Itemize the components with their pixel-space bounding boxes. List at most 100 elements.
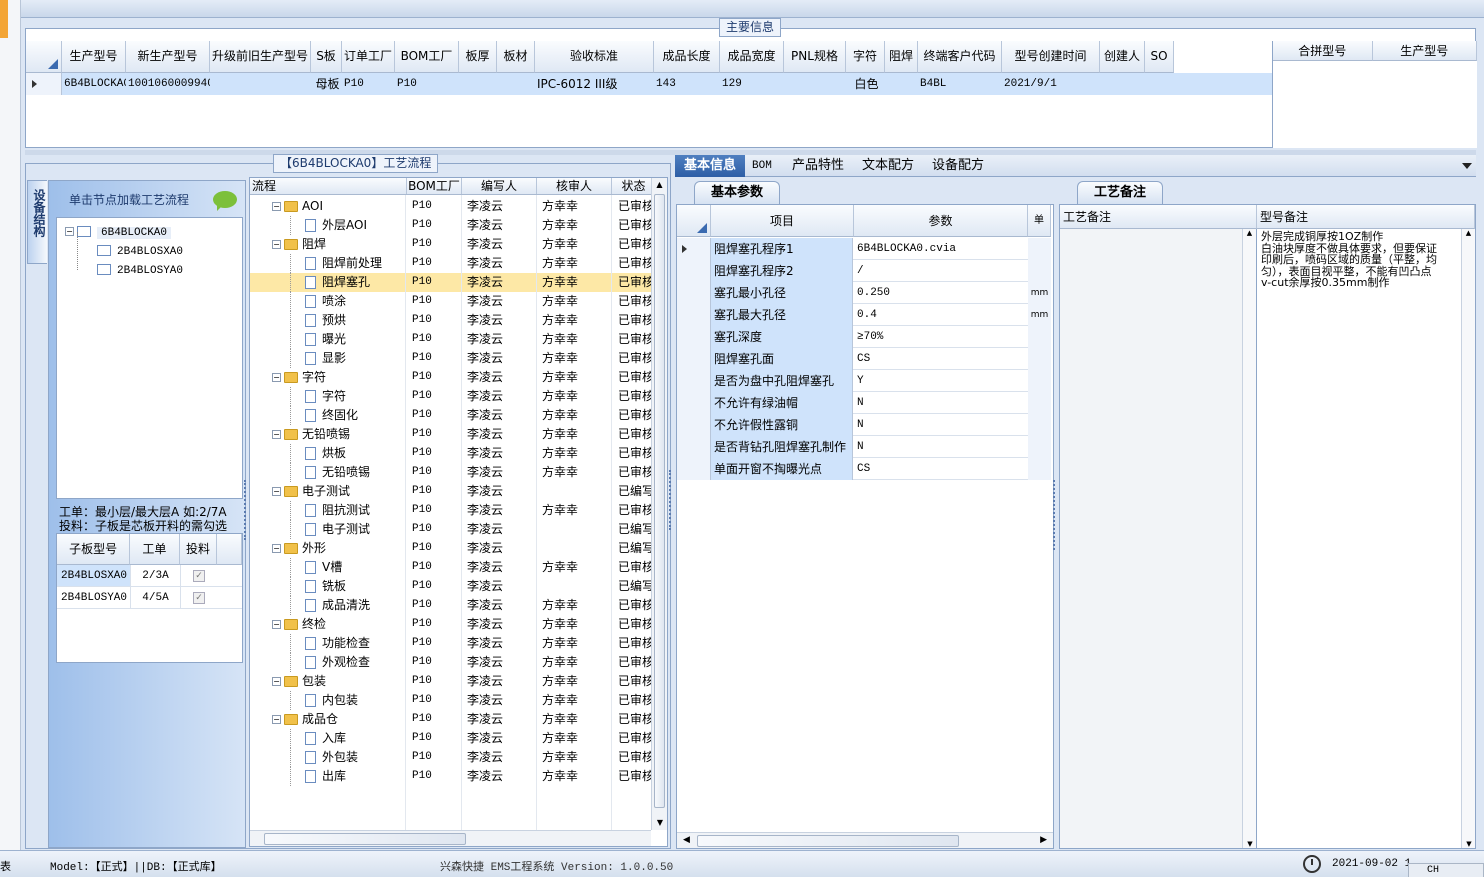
process-row[interactable]: 终固化 P10 李凌云 方幸幸 已审核 [250,406,655,425]
param-row[interactable]: 阻焊塞孔程序1 6B4BLOCKA0.cvia [677,238,1051,260]
feed-checkbox[interactable]: ✓ [181,565,219,586]
process-row[interactable]: − 包装 P10 李凌云 方幸幸 已审核 [250,672,655,691]
param-row[interactable]: 是否为盘中孔阻焊塞孔 Y [677,370,1051,392]
process-row[interactable]: 阻焊塞孔 P10 李凌云 方幸幸 已审核 [250,273,655,292]
process-row[interactable]: 字符 P10 李凌云 方幸幸 已审核 [250,387,655,406]
process-row[interactable]: 喷涂 P10 李凌云 方幸幸 已审核 [250,292,655,311]
param-row[interactable]: 塞孔深度 ≥70% [677,326,1051,348]
process-row[interactable]: 显影 P10 李凌云 方幸幸 已审核 [250,349,655,368]
process-remark-textbox[interactable]: ▲ ▼ [1060,229,1257,848]
param-value[interactable]: Y [854,370,1028,392]
process-row[interactable]: 入库 P10 李凌云 方幸幸 已审核 [250,729,655,748]
process-row[interactable]: 预烘 P10 李凌云 方幸幸 已审核 [250,311,655,330]
process-status: 已审核 [618,731,651,745]
collapse-icon[interactable]: − [272,240,281,249]
param-value[interactable]: 0.250 [854,282,1028,304]
process-tree[interactable]: 流程 BOM工厂 编写人 核审人 状态 − AOI P10 李凌云 方幸幸 已审核 外层AO… [249,177,668,847]
process-status: 已编写 [618,579,651,593]
tab-equipment-recipe[interactable]: 设备配方 [923,155,993,177]
merge-grid[interactable]: 合拼型号 生产型号 [1272,41,1477,148]
process-vscroll[interactable]: ▲ ▼ [651,178,667,830]
param-value[interactable]: N [854,436,1028,458]
process-row[interactable]: − 外形 P10 李凌云 已编写 [250,539,655,558]
params-hscroll[interactable]: ◀ ▶ [677,832,1053,848]
tab-product-features[interactable]: 产品特性 [783,155,853,177]
collapse-icon[interactable]: − [272,430,281,439]
process-row[interactable]: 电子测试 P10 李凌云 已编写 [250,520,655,539]
param-value[interactable]: 0.4 [854,304,1028,326]
process-hscroll[interactable] [250,830,651,846]
process-row[interactable]: 阻抗测试 P10 李凌云 方幸幸 已审核 [250,501,655,520]
splitter-vertical[interactable] [244,480,249,540]
collapse-icon[interactable]: − [272,202,281,211]
subtab-basic-params[interactable]: 基本参数 [694,181,780,204]
feed-checkbox[interactable]: ✓ [181,587,219,608]
table-row[interactable]: 2B4BLOSXA0 2/3A ✓ [57,565,242,587]
splitter-vertical[interactable] [669,470,674,530]
process-row[interactable]: 出库 P10 李凌云 方幸幸 已审核 [250,767,655,786]
tree-node-root[interactable]: −6B4BLOCKA0 [65,224,172,239]
collapse-icon[interactable]: − [272,715,281,724]
structure-tree[interactable]: −6B4BLOCKA0 2B4BLOSXA0 2B4BLOSYA0 [56,217,243,499]
process-row[interactable]: − 电子测试 P10 李凌云 已编写 [250,482,655,501]
process-row[interactable]: 烘板 P10 李凌云 方幸幸 已审核 [250,444,655,463]
param-value[interactable]: N [854,414,1028,436]
sub-board-grid[interactable]: 子板型号 工单 投料 2B4BLOSXA0 2/3A ✓ 2B4BLOSYA0 … [56,533,243,663]
subtab-process-remark[interactable]: 工艺备注 [1077,181,1163,204]
param-value[interactable]: N [854,392,1028,414]
collapse-icon[interactable]: − [272,544,281,553]
main-col-header: PNL规格 [784,41,846,73]
param-value[interactable]: / [854,260,1028,282]
process-status: 已编写 [618,541,651,555]
process-row[interactable]: − 终检 P10 李凌云 方幸幸 已审核 [250,615,655,634]
param-row[interactable]: 是否背钻孔阻焊塞孔制作 N [677,436,1051,458]
param-row[interactable]: 单面开窗不掏曝光点 CS [677,458,1051,480]
collapse-icon[interactable]: − [272,373,281,382]
param-value[interactable]: 6B4BLOCKA0.cvia [854,238,1028,260]
process-row[interactable]: − AOI P10 李凌云 方幸幸 已审核 [250,197,655,216]
table-row[interactable]: 2B4BLOSYA0 4/5A ✓ [57,587,242,609]
process-row[interactable]: 内包装 P10 李凌云 方幸幸 已审核 [250,691,655,710]
process-row[interactable]: V槽 P10 李凌云 方幸幸 已审核 [250,558,655,577]
tab-text-recipe[interactable]: 文本配方 [853,155,923,177]
param-row[interactable]: 塞孔最大孔径 0.4 mm [677,304,1051,326]
process-bom: P10 [412,637,432,649]
model-remark-textbox[interactable]: 外层完成铜厚按1OZ制作 白油块厚度不做具体要求，但要保证 印刷后，喷码区域的质量（… [1258,229,1475,848]
params-grid[interactable]: 项目 参数 单 阻焊塞孔程序1 6B4BLOCKA0.cvia 阻焊塞孔程序2/塞孔… [676,204,1054,849]
tree-node-child[interactable]: 2B4BLOSYA0 [97,262,183,277]
tab-equipment-structure[interactable]: 设备结构 [27,180,47,264]
process-row[interactable]: 无铅喷锡 P10 李凌云 方幸幸 已审核 [250,463,655,482]
document-icon [305,333,316,346]
param-row[interactable]: 不允许有绿油帽 N [677,392,1051,414]
param-value[interactable]: ≥70% [854,326,1028,348]
process-row[interactable]: − 成品仓 P10 李凌云 方幸幸 已审核 [250,710,655,729]
process-row[interactable]: 成品清洗 P10 李凌云 方幸幸 已审核 [250,596,655,615]
param-value[interactable]: CS [854,348,1028,370]
main-grid-row[interactable]: 6B4BLOCKA010010600099402 母板 P10 P10 IPC-6012… [26,73,1272,95]
param-row[interactable]: 塞孔最小孔径 0.250 mm [677,282,1051,304]
sub-order: 4/5A [131,587,181,608]
process-row[interactable]: − 无铅喷锡 P10 李凌云 方幸幸 已审核 [250,425,655,444]
collapse-icon[interactable]: − [272,620,281,629]
param-row[interactable]: 阻焊塞孔程序2/ [677,260,1051,282]
process-row[interactable]: 阻焊前处理 P10 李凌云 方幸幸 已审核 [250,254,655,273]
process-row[interactable]: − 阻焊 P10 李凌云 方幸幸 已审核 [250,235,655,254]
process-row[interactable]: − 字符 P10 李凌云 方幸幸 已审核 [250,368,655,387]
collapse-icon[interactable]: − [272,677,281,686]
process-row[interactable]: 外观检查 P10 李凌云 方幸幸 已审核 [250,653,655,672]
param-row[interactable]: 不允许假性露铜 N [677,414,1051,436]
tab-bom[interactable]: BOM [743,155,781,177]
process-row[interactable]: 外包装 P10 李凌云 方幸幸 已审核 [250,748,655,767]
param-value[interactable]: CS [854,458,1028,480]
ime-indicator[interactable]: CH [1408,863,1484,877]
param-row[interactable]: 阻焊塞孔面 CS [677,348,1051,370]
process-row[interactable]: 铣板 P10 李凌云 已编写 [250,577,655,596]
splitter-vertical[interactable] [1053,480,1058,550]
chevron-down-icon[interactable] [1462,163,1472,169]
tree-node-child[interactable]: 2B4BLOSXA0 [97,243,183,258]
process-row[interactable]: 曝光 P10 李凌云 方幸幸 已审核 [250,330,655,349]
tab-basic-info[interactable]: 基本信息 [675,155,746,177]
process-row[interactable]: 外层AOI P10 李凌云 方幸幸 已审核 [250,216,655,235]
process-row[interactable]: 功能检查 P10 李凌云 方幸幸 已审核 [250,634,655,653]
collapse-icon[interactable]: − [272,487,281,496]
